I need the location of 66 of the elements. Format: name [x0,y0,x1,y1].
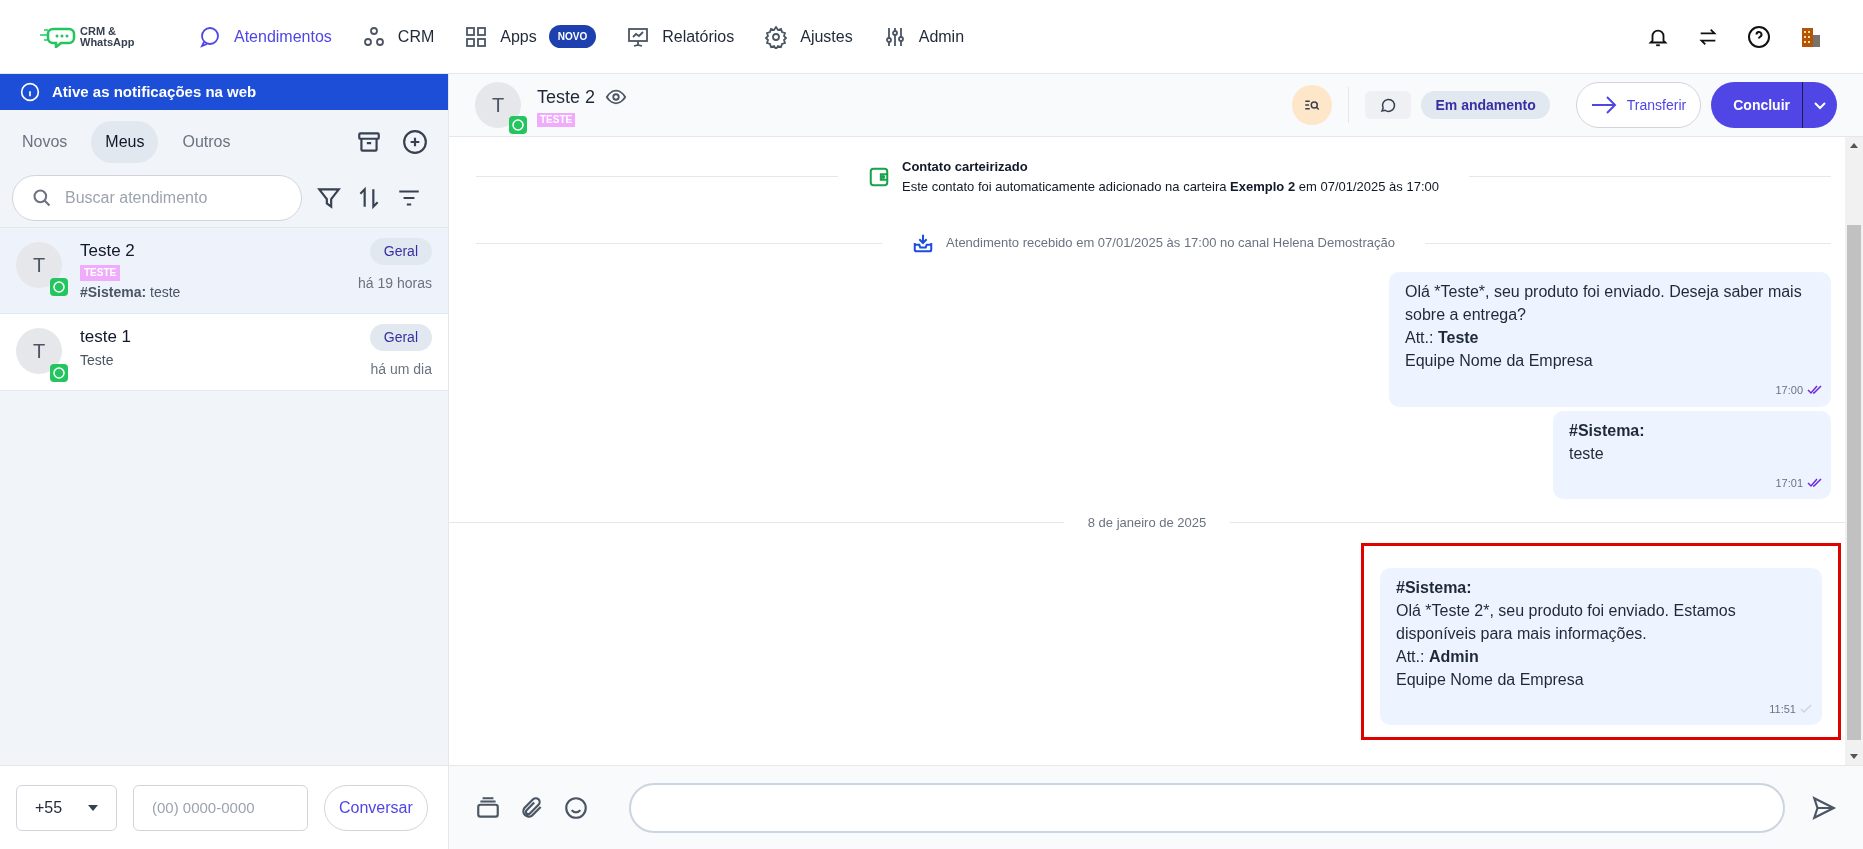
caret-icon [88,804,98,811]
contact-tag: TESTE [80,264,121,281]
message-preview: #Sistema: teste [80,282,181,302]
message-preview: Teste [80,351,115,370]
nav-link[interactable]: Apps NOVO [464,24,597,49]
new-badge: NOVO [548,25,597,48]
emoji-icon[interactable] [563,794,589,821]
event-text: Este contato foi automaticamente adicionado na carteira Exemplo 2 em 07/01/2025 às 17:00 [902,177,1439,196]
grid-icon [464,24,489,49]
add-icon[interactable] [402,129,428,155]
queue-badge: Geral [369,238,432,265]
conclude-split-button[interactable]: Concluir [1711,82,1837,128]
contact-name: Teste 2 [80,240,136,262]
wallet-icon [868,165,890,188]
message-input[interactable] [629,782,1785,833]
search-icon [32,187,52,208]
message-text: #Sistema: teste [1569,420,1646,464]
conversation-item[interactable]: T teste 1 Teste Geral há um dia [0,313,448,391]
arrow-right-icon [1590,96,1617,114]
message-text: Olá *Teste*, seu produto foi enviado. Deseja saber mais sobre a entrega? Att.: Teste Equipe Nome da Empresa [1405,282,1803,371]
logo-text: CRM & WhatsApp [80,25,135,48]
contact-avatar: T [475,82,521,128]
scrollbar[interactable] [1845,137,1863,765]
event-text: Atendimento recebido em 07/01/2025 às 17:00 no canal Helena Demostração [946,234,1395,253]
conclude-label[interactable]: Concluir [1711,94,1802,116]
contact-tag: TESTE [537,112,576,127]
nav-link[interactable]: Atendimentos [198,24,332,49]
avatar: T [16,242,62,288]
card-stack-icon[interactable] [475,794,501,821]
nav-link[interactable]: CRM [361,24,435,49]
nodes-icon [361,24,386,49]
tab[interactable]: Outros [168,121,245,163]
search-history-button[interactable] [1292,85,1333,125]
transfer-button[interactable]: Transferir [1575,82,1702,128]
nav-link[interactable]: Admin [882,24,965,49]
message-time: 11:51 [1769,701,1796,717]
notification-banner[interactable]: Ative as notificações na web [0,74,448,110]
chat-bubble-icon [198,24,222,49]
timestamp: há 19 horas [358,274,432,293]
archive-icon[interactable] [356,129,382,155]
tab[interactable]: Novos [8,121,82,163]
event-title: Contato carteirizado [902,158,1029,176]
avatar: T [16,327,62,374]
tab[interactable]: Meus [91,121,159,163]
settings-icon [764,24,789,49]
timestamp: há um dia [370,359,432,379]
message-text: #Sistema: Olá *Teste 2*, seu produto foi enviado. Estamos disponíveis para mais informações. Att.: Admin Equipe Nome da Empresa [1396,577,1737,690]
nav-link[interactable]: Relatórios [626,24,735,49]
start-chat-button[interactable]: Conversar [324,784,428,831]
country-code-select[interactable]: +55 [16,784,117,831]
queue-badge: Geral [369,323,432,351]
date-divider: 8 de janeiro de 2025 [1087,514,1207,532]
banner-text: Ative as notificações na web [52,81,257,102]
inbox-download-icon [912,232,935,254]
search-field[interactable]: Buscar atendimento [12,174,302,221]
message-time: 17:00 [1775,383,1803,398]
info-icon [20,82,40,102]
status-badge: Em andamento [1421,91,1550,119]
phone-input[interactable]: (00) 0000-0000 [133,784,308,831]
send-icon[interactable] [1811,794,1837,821]
nav-link[interactable]: Ajustes [764,24,853,49]
help-icon[interactable] [1747,24,1771,49]
contact-name: Teste 2 [537,85,596,109]
message-time: 17:01 [1775,475,1803,491]
channel-button[interactable] [1365,91,1412,119]
contact-name: teste 1 [80,325,132,348]
